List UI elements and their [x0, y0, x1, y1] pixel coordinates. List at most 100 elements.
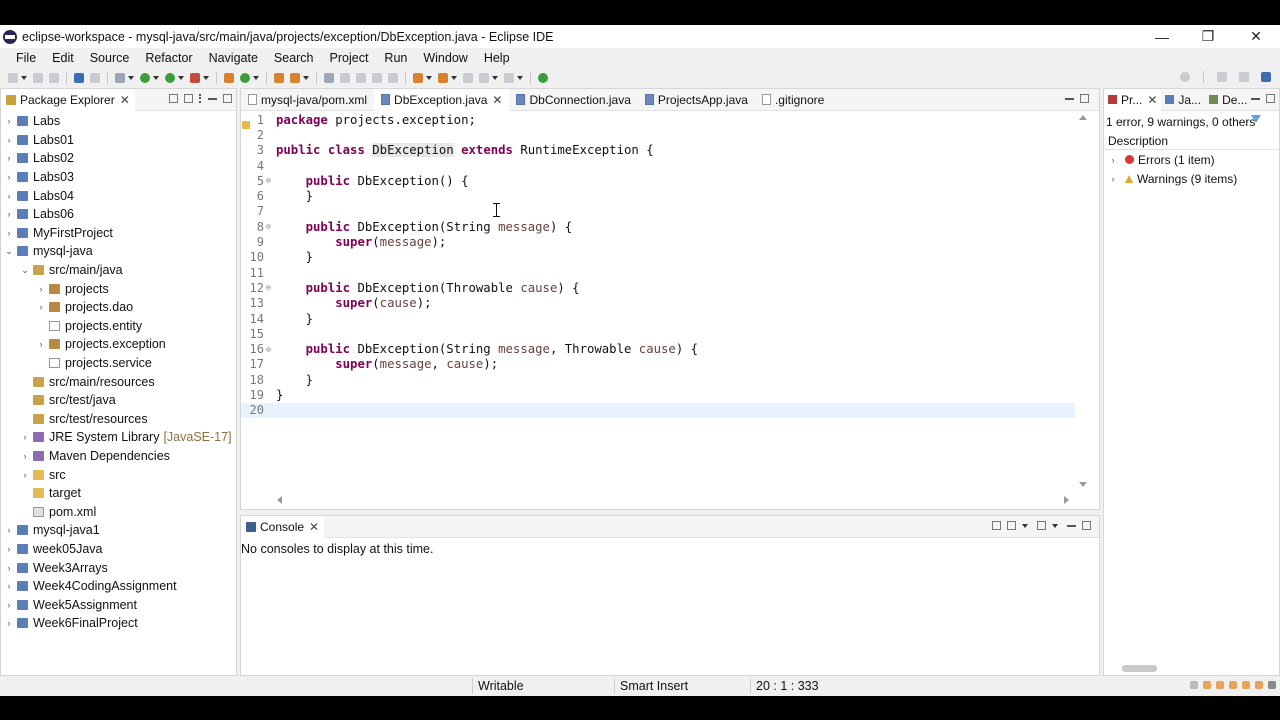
previous-annotation-icon[interactable] [438, 72, 448, 83]
pin-console-icon[interactable] [992, 521, 1001, 530]
external-tools-icon[interactable] [190, 72, 200, 83]
open-console-icon[interactable] [1037, 521, 1046, 530]
collapsed-twisty-icon[interactable]: › [36, 302, 46, 312]
tree-item[interactable]: src/test/java [1, 391, 236, 410]
editor-tab[interactable]: ProjectsApp.java [638, 89, 755, 111]
tree-item[interactable]: › Labs03 [1, 168, 236, 187]
tab-declaration[interactable]: De... [1205, 89, 1251, 111]
close-button[interactable]: ✕ [1233, 25, 1279, 48]
tree-item[interactable]: › projects.dao [1, 298, 236, 317]
link-with-editor-icon[interactable] [184, 94, 193, 103]
maximize-view-icon[interactable] [223, 94, 232, 103]
new-class-dropdown-icon[interactable] [253, 75, 259, 80]
show-paragraph-icon[interactable] [388, 72, 398, 83]
maximize-view-icon[interactable] [1266, 94, 1275, 103]
java-ee-perspective-icon[interactable] [1239, 72, 1249, 82]
code-line[interactable]: 5 ⊖ public DbException() { [241, 173, 1075, 188]
menu-search[interactable]: Search [266, 51, 322, 65]
pin-editor-icon[interactable] [538, 72, 548, 83]
maximize-editor-icon[interactable] [1080, 94, 1089, 103]
forward-dropdown-icon[interactable] [517, 75, 523, 80]
tree-item[interactable]: › src [1, 465, 236, 484]
code-line[interactable]: 14 } [241, 311, 1075, 326]
code-line[interactable]: 19} [241, 387, 1075, 402]
code-line[interactable]: 2 [241, 127, 1075, 142]
tree-item[interactable]: › Labs02 [1, 149, 236, 168]
code-line[interactable]: 17 super(message, cause); [241, 357, 1075, 372]
minimize-view-icon[interactable] [1251, 94, 1260, 100]
back-dropdown-icon[interactable] [492, 75, 498, 80]
menu-help[interactable]: Help [476, 51, 518, 65]
tree-item[interactable]: target [1, 484, 236, 503]
run-icon[interactable] [140, 72, 150, 83]
external-tools-dropdown-icon[interactable] [203, 75, 209, 80]
horizontal-scrollbar[interactable] [277, 495, 1069, 505]
description-column-header[interactable]: Description [1104, 131, 1279, 150]
tab-javadoc[interactable]: Ja... [1161, 89, 1205, 111]
code-line[interactable]: 20 [241, 402, 1075, 418]
code-line[interactable]: 10 } [241, 250, 1075, 265]
collapsed-twisty-icon[interactable]: › [4, 191, 14, 201]
tree-item[interactable]: › MyFirstProject [1, 224, 236, 243]
tree-item[interactable]: › Labs01 [1, 131, 236, 150]
code-line[interactable]: 3 public class DbException extends Runtim… [241, 143, 1075, 158]
view-menu-icon[interactable] [199, 94, 202, 103]
tree-item[interactable]: src/main/resources [1, 372, 236, 391]
tree-item[interactable]: ⌄ mysql-java [1, 242, 236, 261]
next-annotation-icon[interactable] [413, 72, 423, 83]
code-line[interactable]: 15 [241, 326, 1075, 341]
toggle-highlight-icon[interactable] [340, 72, 350, 83]
view-menu-icon[interactable] [1268, 681, 1276, 689]
minimize-view-icon[interactable] [208, 94, 217, 100]
code-line[interactable]: 1 package projects.exception; [241, 112, 1075, 127]
scroll-right-icon[interactable] [1064, 496, 1069, 504]
tree-item[interactable]: › projects.exception [1, 335, 236, 354]
tree-item[interactable]: pom.xml [1, 502, 236, 521]
close-icon[interactable]: ✕ [1147, 93, 1157, 107]
search-icon[interactable] [1180, 72, 1190, 82]
collapsed-twisty-icon[interactable]: › [4, 172, 14, 182]
toggle-block-selection-icon[interactable] [356, 72, 366, 83]
maximize-view-icon[interactable] [1082, 521, 1091, 530]
java-perspective-icon[interactable] [1261, 72, 1271, 82]
expanded-twisty-icon[interactable]: ⌄ [20, 265, 30, 276]
tree-item[interactable]: › mysql-java1 [1, 521, 236, 540]
new-icon[interactable] [8, 72, 18, 83]
code-line[interactable]: 13 super(cause); [241, 296, 1075, 311]
terminal-icon[interactable] [74, 72, 84, 83]
code-line[interactable]: 8 ⊖ public DbException(String message) { [241, 219, 1075, 234]
settings-icon[interactable] [1242, 681, 1250, 689]
coverage-dropdown-icon[interactable] [178, 75, 184, 80]
tree-item[interactable]: projects.entity [1, 317, 236, 336]
tree-item[interactable]: ⌄ src/main/java [1, 261, 236, 280]
display-console-icon[interactable] [1007, 521, 1016, 530]
tree-item[interactable]: projects.service [1, 354, 236, 373]
scroll-up-icon[interactable] [1079, 115, 1087, 120]
collapsed-twisty-icon[interactable]: › [36, 284, 46, 294]
editor-tab[interactable]: mysql-java/pom.xml [241, 89, 374, 111]
notification-icon[interactable] [1203, 681, 1211, 689]
code-line[interactable]: 7 [241, 204, 1075, 219]
save-icon[interactable] [33, 72, 43, 83]
menu-window[interactable]: Window [415, 51, 475, 65]
close-icon[interactable]: ✕ [492, 93, 502, 107]
coverage-icon[interactable] [165, 72, 175, 83]
progress-icon[interactable] [1190, 681, 1198, 689]
tree-item[interactable]: › JRE System Library [JavaSE-17] [1, 428, 236, 447]
display-console-dropdown-icon[interactable] [1022, 524, 1028, 528]
tree-item[interactable]: › week05Java [1, 540, 236, 559]
last-edit-location-icon[interactable] [463, 72, 473, 83]
search-dropdown-icon[interactable] [303, 75, 309, 80]
code-line[interactable]: 18 } [241, 372, 1075, 387]
collapsed-twisty-icon[interactable]: › [4, 209, 14, 219]
new-package-icon[interactable] [240, 72, 250, 83]
close-icon[interactable]: ✕ [120, 93, 130, 107]
collapsed-twisty-icon[interactable]: › [4, 544, 14, 554]
collapsed-twisty-icon[interactable]: › [4, 116, 14, 126]
user-icon[interactable] [1255, 681, 1263, 689]
run-dropdown-icon[interactable] [153, 75, 159, 80]
collapsed-twisty-icon[interactable]: › [4, 153, 14, 163]
collapsed-twisty-icon[interactable]: › [36, 339, 46, 349]
tab-problems[interactable]: Pr... ✕ [1104, 88, 1162, 111]
editor-tab[interactable]: DbConnection.java [509, 89, 637, 111]
